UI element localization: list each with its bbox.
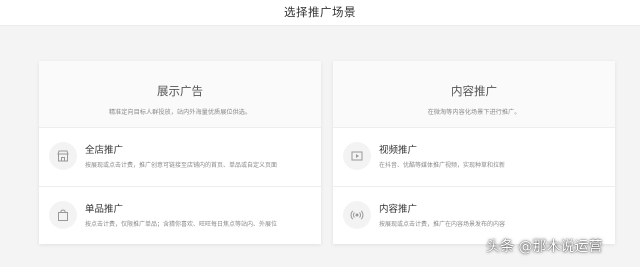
top-bar: 选择推广场景 (0, 0, 640, 26)
option-description: 按展现或点击计费，推广在内容场景发布的内容 (379, 221, 506, 228)
option-title: 全店推广 (85, 145, 124, 156)
option-single-product-promotion[interactable]: 单品推广 按点击计费，仅限推广单品；含猜你喜欢、旺旺每日焦点等站内、外展位 (39, 187, 321, 245)
card-title: 展示广告 (157, 84, 203, 98)
bag-icon (49, 201, 77, 229)
store-icon (49, 142, 77, 170)
watermark: 头条 @那木说运营 (486, 239, 603, 255)
content-promotion-card: 内容推广 在微淘等内容化场景下进行推广。 视频推广 在抖音、优酷等媒体推广视频，… (333, 61, 615, 244)
option-description: 在抖音、优酷等媒体推广视频，实现种草和拉新 (379, 162, 506, 169)
option-title: 单品推广 (85, 204, 124, 215)
card-description: 精准定向目标人群投放，站内外海量优质展位供选。 (108, 109, 252, 116)
option-title: 视频推广 (379, 145, 418, 156)
card-header: 展示广告 精准定向目标人群投放，站内外海量优质展位供选。 (39, 61, 321, 128)
page-title: 选择推广场景 (284, 5, 356, 19)
option-video-promotion[interactable]: 视频推广 在抖音、优酷等媒体推广视频，实现种草和拉新 (333, 128, 615, 187)
card-title: 内容推广 (451, 84, 497, 98)
video-play-icon (343, 142, 371, 170)
option-description: 按展现或点击计费，推广创意可链接至店铺内的首页、单品或自定义页面 (85, 162, 278, 169)
broadcast-icon (343, 201, 371, 229)
option-title: 内容推广 (379, 204, 418, 215)
card-header: 内容推广 在微淘等内容化场景下进行推广。 (333, 61, 615, 128)
card-description: 在微淘等内容化场景下进行推广。 (427, 109, 521, 116)
option-store-promotion[interactable]: 全店推广 按展现或点击计费，推广创意可链接至店铺内的首页、单品或自定义页面 (39, 128, 321, 187)
option-description: 按点击计费，仅限推广单品；含猜你喜欢、旺旺每日焦点等站内、外展位 (85, 221, 278, 228)
display-ads-card: 展示广告 精准定向目标人群投放，站内外海量优质展位供选。 全店推广 按展现或点击… (39, 61, 321, 244)
